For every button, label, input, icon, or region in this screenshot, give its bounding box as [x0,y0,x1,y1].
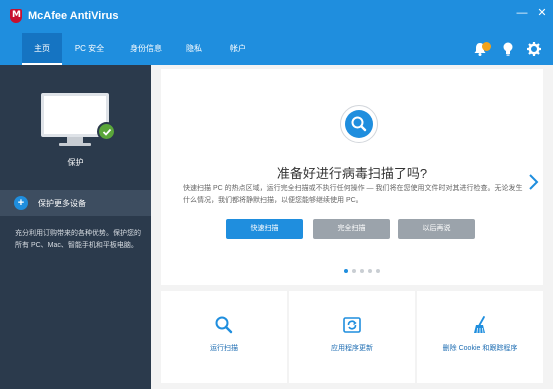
tile-label: 删除 Cookie 和跟踪程序 [442,345,518,352]
tab-home[interactable]: 主页 [22,33,62,65]
main-content: 准备好进行病毒扫描了吗? 快速扫描 PC 的热点区域，运行完全扫描或不执行任何操… [151,65,553,389]
nav-bar: 主页 PC 安全 身份信息 隐私 帐户 [0,33,553,65]
tab-identity[interactable]: 身份信息 [124,33,168,65]
delete-cookies-tile[interactable]: 删除 Cookie 和跟踪程序 [417,291,543,383]
scan-hero-card: 准备好进行病毒扫描了吗? 快速扫描 PC 的热点区域，运行完全扫描或不执行任何操… [161,69,543,285]
tab-privacy[interactable]: 隐私 [176,33,212,65]
app-update-tile[interactable]: 应用程序更新 [289,291,415,383]
monitor-base [59,143,91,146]
quick-actions: 运行扫描 应用程序更新 删除 Cookie 和跟踪程序 [161,291,543,383]
checkmark-icon [97,122,116,141]
hero-description: 快速扫描 PC 的热点区域，运行完全扫描或不执行任何操作 — 我们将在您使用文件… [183,185,523,204]
pagination-dot[interactable] [344,269,348,273]
notification-badge [482,42,491,51]
search-icon [215,316,233,334]
lightbulb-icon[interactable] [500,41,516,57]
pagination-dot[interactable] [376,269,380,273]
pagination-dot[interactable] [352,269,356,273]
tab-account[interactable]: 帐户 [220,33,256,65]
subscription-blurb: 充分利用订购带来的各种优势。保护您的所有 PC、Mac、智能手机和平板电脑。 [15,230,141,249]
protect-more-devices-button[interactable]: + 保护更多设备 [0,190,151,216]
later-button[interactable]: 以后再说 [398,219,475,239]
mcafee-logo [10,9,22,23]
tab-pc-security[interactable]: PC 安全 [67,33,112,65]
pagination-dot[interactable] [368,269,372,273]
hero-headline: 准备好进行病毒扫描了吗? [276,166,428,181]
plus-icon: + [14,196,28,210]
next-arrow-icon[interactable] [527,173,539,196]
gear-icon[interactable] [526,41,542,57]
tile-label: 运行扫描 [210,345,238,352]
run-scan-tile[interactable]: 运行扫描 [161,291,287,383]
full-scan-button[interactable]: 完全扫描 [313,219,390,239]
search-icon [340,105,378,143]
status-panel: 保护 + 保护更多设备 充分利用订购带来的各种优势。保护您的所有 PC、Mac、… [0,65,151,389]
title-bar: McAfee AntiVirus — ✕ [0,0,553,33]
minimize-button[interactable]: — [515,6,529,20]
close-button[interactable]: ✕ [535,6,549,20]
tile-label: 应用程序更新 [331,345,373,352]
quick-scan-button[interactable]: 快速扫描 [226,219,303,239]
app-title: McAfee AntiVirus [28,10,119,22]
broom-icon [474,316,485,334]
protection-status: 保护 [67,158,84,167]
pagination-dot[interactable] [360,269,364,273]
protect-more-label: 保护更多设备 [38,199,86,208]
refresh-icon [343,317,361,333]
